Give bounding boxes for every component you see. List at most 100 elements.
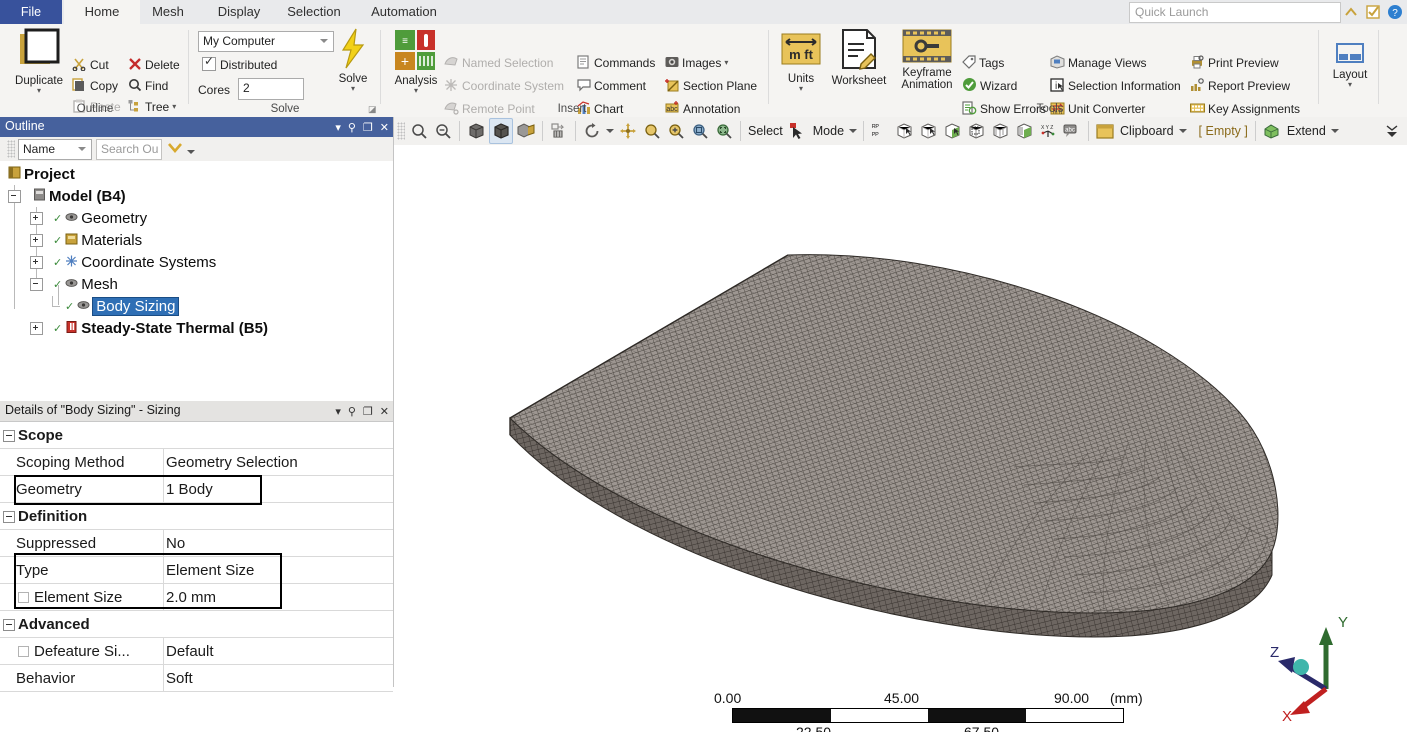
chevron-down-icon[interactable]: ▾ <box>335 121 341 134</box>
solve-target-combo[interactable]: My Computer <box>198 31 334 52</box>
clipboard-caret-icon[interactable] <box>1178 119 1188 143</box>
pan-icon[interactable] <box>617 119 639 143</box>
zoom-to-fit-icon[interactable] <box>408 119 430 143</box>
search-filter-icon[interactable] <box>166 140 184 159</box>
tree-item-project[interactable]: Project <box>8 163 75 185</box>
chevron-up-icon[interactable] <box>1342 4 1359 21</box>
print-preview-button[interactable]: Print Preview <box>1190 53 1279 73</box>
select-all-icon[interactable] <box>1013 119 1035 143</box>
distributed-checkbox[interactable] <box>202 54 216 71</box>
commands-button[interactable]: Commands <box>577 53 655 73</box>
mode-caret-icon[interactable] <box>848 119 858 143</box>
keyframe-animation-button[interactable]: Keyframe Animation <box>892 28 962 91</box>
body-select-icon[interactable] <box>941 119 963 143</box>
tree-item-model[interactable]: Model (B4) <box>8 185 126 207</box>
pin-icon[interactable]: ⚲ <box>348 405 356 418</box>
thicken-annotations-icon[interactable] <box>548 119 570 143</box>
details-row-geometry[interactable]: Geometry 1 Body <box>0 476 393 503</box>
details-row-scoping-method[interactable]: Scoping Method Geometry Selection <box>0 449 393 476</box>
close-icon[interactable]: ✕ <box>380 121 389 134</box>
selection-information-button[interactable]: i Selection Information <box>1050 76 1181 96</box>
zoom-to-fit-2-icon[interactable] <box>713 119 735 143</box>
cursor-mode-icon[interactable] <box>787 119 809 143</box>
comment-button[interactable]: Comment <box>577 76 646 96</box>
tags-button[interactable]: Tags <box>962 53 1004 73</box>
annotation-button[interactable]: abc Annotation <box>665 99 740 119</box>
layout-button[interactable]: Layout ▾ <box>1325 42 1375 89</box>
axis-icon[interactable]: X Y Z <box>1037 119 1059 143</box>
wireframe-icon[interactable] <box>465 119 487 143</box>
extend-icon[interactable] <box>1261 119 1283 143</box>
tree-item-coordinate-systems[interactable]: ✓ Coordinate Systems <box>30 251 216 273</box>
box-select-icon[interactable] <box>965 119 987 143</box>
zoom-out-icon[interactable] <box>432 119 454 143</box>
close-icon[interactable]: ✕ <box>380 405 389 418</box>
solve-dialog-launcher-icon[interactable]: ◪ <box>368 104 377 115</box>
collapse-icon[interactable] <box>3 511 15 523</box>
section-plane-button[interactable]: Section Plane <box>665 76 757 96</box>
duplicate-caret-icon[interactable]: ▾ <box>6 87 72 95</box>
expand-expander-icon[interactable] <box>30 233 43 247</box>
details-row-suppressed[interactable]: Suppressed No <box>0 530 393 557</box>
edge-select-icon[interactable] <box>893 119 915 143</box>
clipboard-label[interactable]: Clipboard <box>1117 124 1177 138</box>
named-selection-button[interactable]: Named Selection <box>444 53 553 73</box>
search-options-caret-icon[interactable] <box>186 145 196 159</box>
toolbar-gripper[interactable] <box>7 140 15 158</box>
check-note-icon[interactable] <box>1364 4 1381 21</box>
coordinate-system-button[interactable]: Coordinate System <box>444 76 564 96</box>
expand-expander-icon[interactable] <box>30 211 43 225</box>
find-button[interactable]: Find <box>128 76 168 96</box>
cut-button[interactable]: Cut <box>72 55 109 75</box>
report-preview-button[interactable]: Report Preview <box>1190 76 1290 96</box>
box-volume-select-icon[interactable] <box>989 119 1011 143</box>
manage-views-button[interactable]: Manage Views <box>1050 53 1147 73</box>
details-row-defeature-size[interactable]: Defeature Si... Default <box>0 638 393 665</box>
maximize-icon[interactable]: ❐ <box>363 121 373 134</box>
pin-icon[interactable]: ⚲ <box>348 121 356 134</box>
tab-selection[interactable]: Selection <box>274 0 354 24</box>
collapse-icon[interactable] <box>3 430 15 442</box>
units-caret-icon[interactable]: ▾ <box>778 85 824 93</box>
chevron-down-icon[interactable]: ▾ <box>335 405 341 418</box>
units-button[interactable]: m ft Units ▾ <box>778 28 824 93</box>
label-icon[interactable]: abc <box>1061 119 1083 143</box>
tree-item-body-sizing[interactable]: ✓ Body Sizing <box>52 295 180 317</box>
help-icon[interactable]: ? <box>1386 4 1403 21</box>
shaded-exterior-edges-icon[interactable] <box>489 118 513 144</box>
delete-button[interactable]: Delete <box>128 55 180 75</box>
extend-caret-icon[interactable] <box>1330 119 1340 143</box>
viewport-3d[interactable]: 0.00 45.00 90.00 (mm) 22.50 67.50 Y Z X <box>394 145 1407 732</box>
show-mesh-icon[interactable] <box>515 119 537 143</box>
collapse-expander-icon[interactable] <box>8 189 21 203</box>
images-button[interactable]: Images ▾ <box>665 53 728 73</box>
expand-expander-icon[interactable] <box>30 321 43 335</box>
tab-display[interactable]: Display <box>196 0 282 24</box>
outline-search-input[interactable]: Search Ou <box>96 139 162 160</box>
tree-item-geometry[interactable]: ✓ Geometry <box>30 207 147 229</box>
tree-caret-icon[interactable]: ▾ <box>172 103 176 111</box>
extend-label[interactable]: Extend <box>1284 124 1329 138</box>
overflow-icon[interactable] <box>1381 119 1403 143</box>
images-caret-icon[interactable]: ▾ <box>724 59 728 67</box>
rotate-icon[interactable] <box>581 119 603 143</box>
key-assignments-button[interactable]: Key Assignments <box>1190 99 1300 119</box>
zoom-icon[interactable] <box>641 119 663 143</box>
collapse-icon[interactable] <box>3 619 15 631</box>
box-zoom-icon[interactable] <box>689 119 711 143</box>
rotate-caret-icon[interactable] <box>605 119 615 143</box>
collapse-expander-icon[interactable] <box>30 277 43 291</box>
analysis-button[interactable]: ≡ + Analysis ▾ <box>390 28 442 95</box>
copy-button[interactable]: Copy <box>72 76 118 96</box>
coordinate-triad[interactable]: Y Z X <box>1254 605 1374 725</box>
details-row-behavior[interactable]: Behavior Soft <box>0 665 393 692</box>
vertex-select-icon[interactable]: ᴿᴾ ᴾᴾ <box>869 119 891 143</box>
tree-item-materials[interactable]: ✓ Materials <box>30 229 142 251</box>
tab-automation[interactable]: Automation <box>356 0 452 24</box>
details-row-type[interactable]: Type Element Size <box>0 557 393 584</box>
expand-expander-icon[interactable] <box>30 255 43 269</box>
cores-input[interactable]: 2 <box>238 78 304 100</box>
outline-filter-select[interactable]: Name <box>18 139 92 160</box>
duplicate-button[interactable]: Duplicate ▾ <box>6 28 72 95</box>
tab-file[interactable]: File <box>0 0 62 24</box>
